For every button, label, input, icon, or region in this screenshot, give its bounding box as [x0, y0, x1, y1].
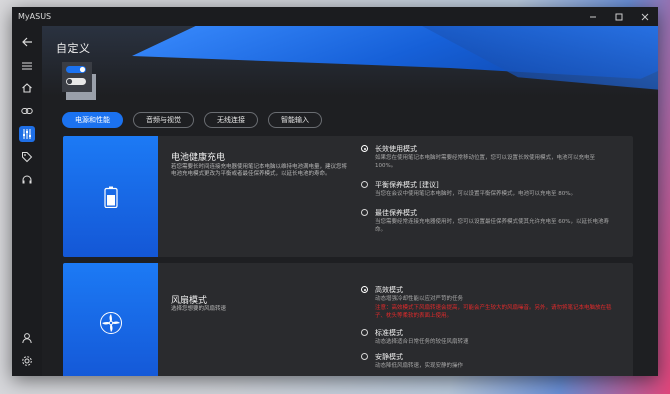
option-title: 高效模式 [375, 286, 403, 294]
radio-checked[interactable] [361, 286, 368, 293]
radio[interactable] [361, 209, 368, 216]
sliders-icon [23, 129, 31, 139]
window-controls [580, 7, 658, 26]
fan-description: 选择您想要的风扇转速 [171, 306, 227, 312]
sidebar-item-settings[interactable] [19, 353, 35, 369]
battery-icon [103, 186, 118, 208]
option-description: 如果您在使用笔记本电脑时需要经常移动位置，您可以设置长效使用模式，电池可以充电至… [375, 155, 596, 169]
battery-health-card: 电池健康充电 若您需要长时间连接充电器使用笔记本电脑以维持电池满电量，建议您将电… [63, 136, 633, 257]
option-description: 当您需要经常连接充电器使用时，您可以设置最佳保养模式使其允许充电至 60%，以延… [375, 219, 609, 233]
tag-icon [22, 152, 33, 163]
close-button[interactable] [632, 7, 658, 26]
option-description: 动态增强冷却性能以应对严苛的任务 [375, 296, 464, 302]
customize-illustration [60, 60, 98, 102]
radio[interactable] [361, 181, 368, 188]
minimize-icon [590, 16, 596, 17]
main-content: 自定义 电源和性能 音频与视觉 无线连接 智能输入 电池健康充电 若您需要长时间… [42, 26, 658, 376]
radio-checked[interactable] [361, 145, 368, 152]
option-description: 动态降低风扇转速，实现安静的操作 [375, 363, 464, 369]
option-description: 动态选择适合日常任务的较佳风扇转速 [375, 339, 469, 345]
back-button[interactable] [19, 34, 35, 50]
sidebar [12, 26, 42, 376]
tab-smart-input[interactable]: 智能输入 [268, 112, 322, 128]
tab-wireless[interactable]: 无线连接 [204, 112, 258, 128]
sidebar-item-customize[interactable] [19, 126, 35, 142]
option-title: 长效使用模式 [375, 145, 417, 153]
fan-title: 风扇模式 [171, 296, 208, 306]
battery-panel [63, 136, 158, 257]
option-title: 安静模式 [375, 353, 403, 361]
menu-button[interactable] [19, 58, 35, 74]
title-bar: MyASUS [12, 7, 658, 26]
minimize-button[interactable] [580, 7, 606, 26]
fan-mode-card: 风扇模式 选择您想要的风扇转速 高效模式 动态增强冷却性能以应对严苛的任务 注意… [63, 263, 633, 376]
settings-icon [22, 356, 32, 366]
option-title: 最佳保养模式 [375, 209, 417, 217]
sidebar-item-support[interactable] [19, 172, 35, 188]
battery-title: 电池健康充电 [171, 153, 226, 163]
option-title: 标准模式 [375, 329, 403, 337]
radio[interactable] [361, 329, 368, 336]
fan-icon [99, 312, 122, 334]
maximize-button[interactable] [606, 7, 632, 26]
app-title: MyASUS [18, 12, 52, 21]
sidebar-item-link[interactable] [19, 103, 35, 119]
option-description: 当您在会议中使用笔记本电脑时，可以设置平衡保养模式，电池可以充电至 80%。 [375, 191, 576, 197]
option-title: 平衡保养模式 [建议] [375, 181, 439, 189]
home-icon [22, 83, 32, 93]
tab-audio-visual[interactable]: 音频与视觉 [133, 112, 194, 128]
page-title: 自定义 [56, 42, 91, 55]
fan-panel [63, 263, 158, 376]
user-icon [22, 333, 32, 344]
maximize-icon [615, 13, 623, 20]
header-banner [42, 26, 658, 96]
radio[interactable] [361, 353, 368, 360]
menu-icon [22, 62, 32, 70]
close-icon [641, 13, 649, 20]
battery-description: 若您需要长时间连接充电器使用笔记本电脑以维持电池满电量，建议您将电池充电模式更改… [171, 164, 348, 177]
option-warning: 注意：高效模式下风扇转速会提高，可能会产生较大的风扇噪音。另外，请勿将笔记本电脑… [375, 305, 612, 319]
tab-power-performance[interactable]: 电源和性能 [62, 112, 123, 128]
back-arrow-icon [22, 37, 32, 47]
sidebar-item-home[interactable] [19, 80, 35, 96]
app-window: MyASUS 自定义 电源和性能 音频与视觉 无线连接 智能输入 电池健康充电 … [12, 7, 658, 376]
tab-bar: 电源和性能 音频与视觉 无线连接 智能输入 [62, 112, 322, 128]
headset-icon [22, 175, 32, 184]
link-icon [21, 108, 33, 114]
sidebar-item-promotions[interactable] [19, 149, 35, 165]
sidebar-item-account[interactable] [19, 330, 35, 346]
